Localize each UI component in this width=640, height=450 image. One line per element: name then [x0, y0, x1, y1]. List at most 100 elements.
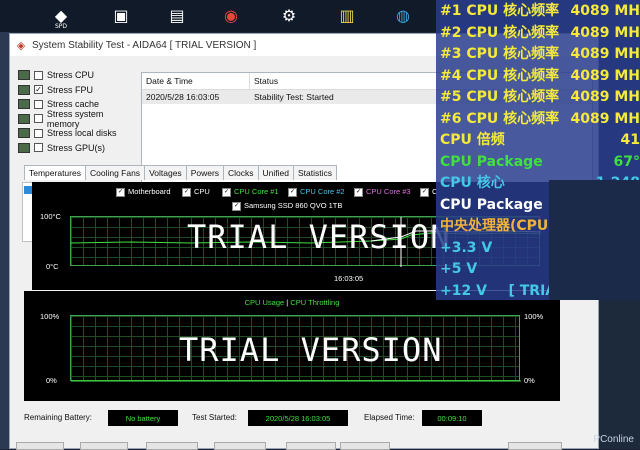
background-window-fragment	[549, 180, 640, 300]
spd-glyph: ◆	[55, 6, 67, 25]
stress-disks-checkbox[interactable]	[34, 129, 43, 138]
battery-value: No battery	[108, 410, 178, 426]
legend-label: CPU Core #3	[366, 187, 411, 196]
stress-gpu-option[interactable]: Stress GPU(s)	[18, 141, 138, 156]
legend-label: CPU Core #2	[300, 187, 345, 196]
legend-label: CPU	[194, 187, 210, 196]
trial-watermark: TRIAL VERSION	[187, 218, 450, 256]
chrome-icon[interactable]: ◉	[214, 0, 248, 30]
tab-unified[interactable]: Unified	[258, 165, 294, 180]
stress-cpu-checkbox[interactable]	[34, 71, 43, 80]
stress-fpu-label: Stress FPU	[47, 85, 93, 95]
elapsed-label: Elapsed Time:	[364, 413, 415, 422]
stress-memory-option[interactable]: Stress system memory	[18, 112, 138, 127]
trial-watermark: TRIAL VERSION	[179, 331, 442, 369]
osd-row: CPU Package67°	[440, 151, 640, 173]
stress-cpu-option[interactable]: Stress CPU	[18, 68, 138, 83]
osd-row-value: 4089 MH	[571, 86, 640, 108]
osd-row-value: 4089 MH	[571, 22, 640, 44]
osd-row: #6 CPU 核心频率 4089 MH	[440, 108, 640, 130]
cpu-usage-graph: CPU Usage | CPU Throttling 100% 0% 100% …	[24, 291, 560, 401]
graph-tabs: Temperatures Cooling Fans Voltages Power…	[24, 165, 336, 179]
osd-row-value: 4089 MH	[571, 108, 640, 130]
elapsed-value: 00:09:10	[422, 410, 482, 426]
legend-checkbox[interactable]: ✓	[232, 202, 241, 211]
legend-label: CPU Core #1	[234, 187, 279, 196]
osd-row-label: #3 CPU 核心频率	[440, 43, 559, 65]
legend-label: Samsung SSD 860 QVO 1TB	[244, 201, 342, 210]
legend-ssd[interactable]: ✓Samsung SSD 860 QVO 1TB	[232, 201, 342, 211]
osd-row-value: 4089 MH	[571, 65, 640, 87]
osd-row-label: #6 CPU 核心频率	[440, 108, 559, 130]
usage-y-max-left: 100%	[40, 312, 59, 321]
osd-row-label: CPU Package	[440, 194, 543, 216]
tab-cooling-fans[interactable]: Cooling Fans	[85, 165, 145, 180]
legend-label: Motherboard	[128, 187, 171, 196]
osd-row-label: +3.3 V	[440, 237, 492, 259]
stress-gpu-checkbox[interactable]	[34, 143, 43, 152]
window-title: System Stability Test - AIDA64 [ TRIAL V…	[32, 40, 256, 51]
osd-row-value: 41	[621, 129, 640, 151]
cpu-usage-label: CPU Usage	[245, 298, 285, 307]
time-label: 16:03:05	[334, 274, 363, 283]
legend-cpu[interactable]: ✓CPU	[182, 187, 210, 197]
fpu-icon	[18, 85, 30, 95]
legend-checkbox[interactable]: ✓	[222, 188, 231, 197]
legend-checkbox[interactable]: ✓	[116, 188, 125, 197]
tab-clocks[interactable]: Clocks	[223, 165, 259, 180]
cpu-icon	[18, 70, 30, 80]
osd-row-label: #4 CPU 核心频率	[440, 65, 559, 87]
file-glyph: ▥	[339, 6, 354, 25]
test-started-label: Test Started:	[192, 413, 237, 422]
test-started-value: 2020/5/28 16:03:05	[248, 410, 348, 426]
legend-checkbox[interactable]: ✓	[420, 188, 429, 197]
stress-memory-checkbox[interactable]	[34, 114, 43, 123]
legend-cpu-core-2[interactable]: ✓CPU Core #2	[288, 187, 345, 197]
osd-row: #3 CPU 核心频率4089 MH	[440, 43, 640, 65]
legend-more[interactable]: ✓C	[420, 187, 437, 197]
osd-row-label: #2 CPU 核心频率	[440, 22, 559, 44]
legend-cpu-core-3[interactable]: ✓CPU Core #3	[354, 187, 411, 197]
col-datetime[interactable]: Date & Time	[142, 73, 250, 89]
stress-disks-label: Stress local disks	[47, 128, 117, 138]
status-bar: Remaining Battery: No battery Test Start…	[24, 409, 594, 429]
osd-row-value: 4089 MH	[571, 0, 640, 22]
spd-label: SPD	[55, 23, 67, 30]
legend-checkbox[interactable]: ✓	[182, 188, 191, 197]
stress-gpu-label: Stress GPU(s)	[47, 143, 105, 153]
legend-checkbox[interactable]: ✓	[354, 188, 363, 197]
legend-motherboard[interactable]: ✓Motherboard	[116, 187, 171, 197]
aida64-icon: ◈	[14, 38, 28, 52]
memory-icon	[18, 114, 30, 124]
stress-fpu-option[interactable]: ✓ Stress FPU	[18, 83, 138, 98]
y-max-label: 100°C	[40, 212, 61, 221]
spd-app-icon[interactable]: ◆SPD	[44, 0, 78, 30]
cpu-throttling-label: CPU Throttling	[290, 298, 339, 307]
row-datetime: 2020/5/28 16:03:05	[142, 90, 250, 104]
stress-fpu-checkbox[interactable]: ✓	[34, 85, 43, 94]
osd-row-value: 67°	[614, 151, 640, 173]
app-icon-blue[interactable]: ◍	[386, 0, 420, 30]
y-min-label: 0°C	[46, 262, 59, 271]
pconline-watermark: PConline	[593, 434, 634, 445]
desktop-icon-row: ◆SPD ▣ ▤ ◉ ⚙ ▥ ◍	[0, 0, 440, 32]
tab-powers[interactable]: Powers	[186, 165, 224, 180]
stress-cache-checkbox[interactable]	[34, 100, 43, 109]
osd-row-label: CPU 核心	[440, 172, 505, 194]
document-icon[interactable]: ▤	[160, 0, 194, 30]
legend-checkbox[interactable]: ✓	[288, 188, 297, 197]
osd-row-label: CPU 倍频	[440, 129, 505, 151]
osd-row: #1 CPU 核心频率 4089 MH	[440, 0, 640, 22]
app-icon[interactable]: ▣	[104, 0, 138, 30]
usage-y-min-left: 0%	[46, 376, 57, 385]
legend-cpu-core-1[interactable]: ✓CPU Core #1	[222, 187, 279, 197]
disk-icon	[18, 128, 30, 138]
tab-statistics[interactable]: Statistics	[293, 165, 337, 180]
osd-row-label: #5 CPU 核心频率	[440, 86, 559, 108]
file-icon[interactable]: ▥	[330, 0, 364, 30]
osd-row-label: #1 CPU 核心频率	[440, 0, 559, 22]
app-blue-glyph: ◍	[396, 6, 410, 25]
tab-voltages[interactable]: Voltages	[144, 165, 187, 180]
settings-icon[interactable]: ⚙	[272, 0, 306, 30]
tab-temperatures[interactable]: Temperatures	[24, 165, 86, 180]
